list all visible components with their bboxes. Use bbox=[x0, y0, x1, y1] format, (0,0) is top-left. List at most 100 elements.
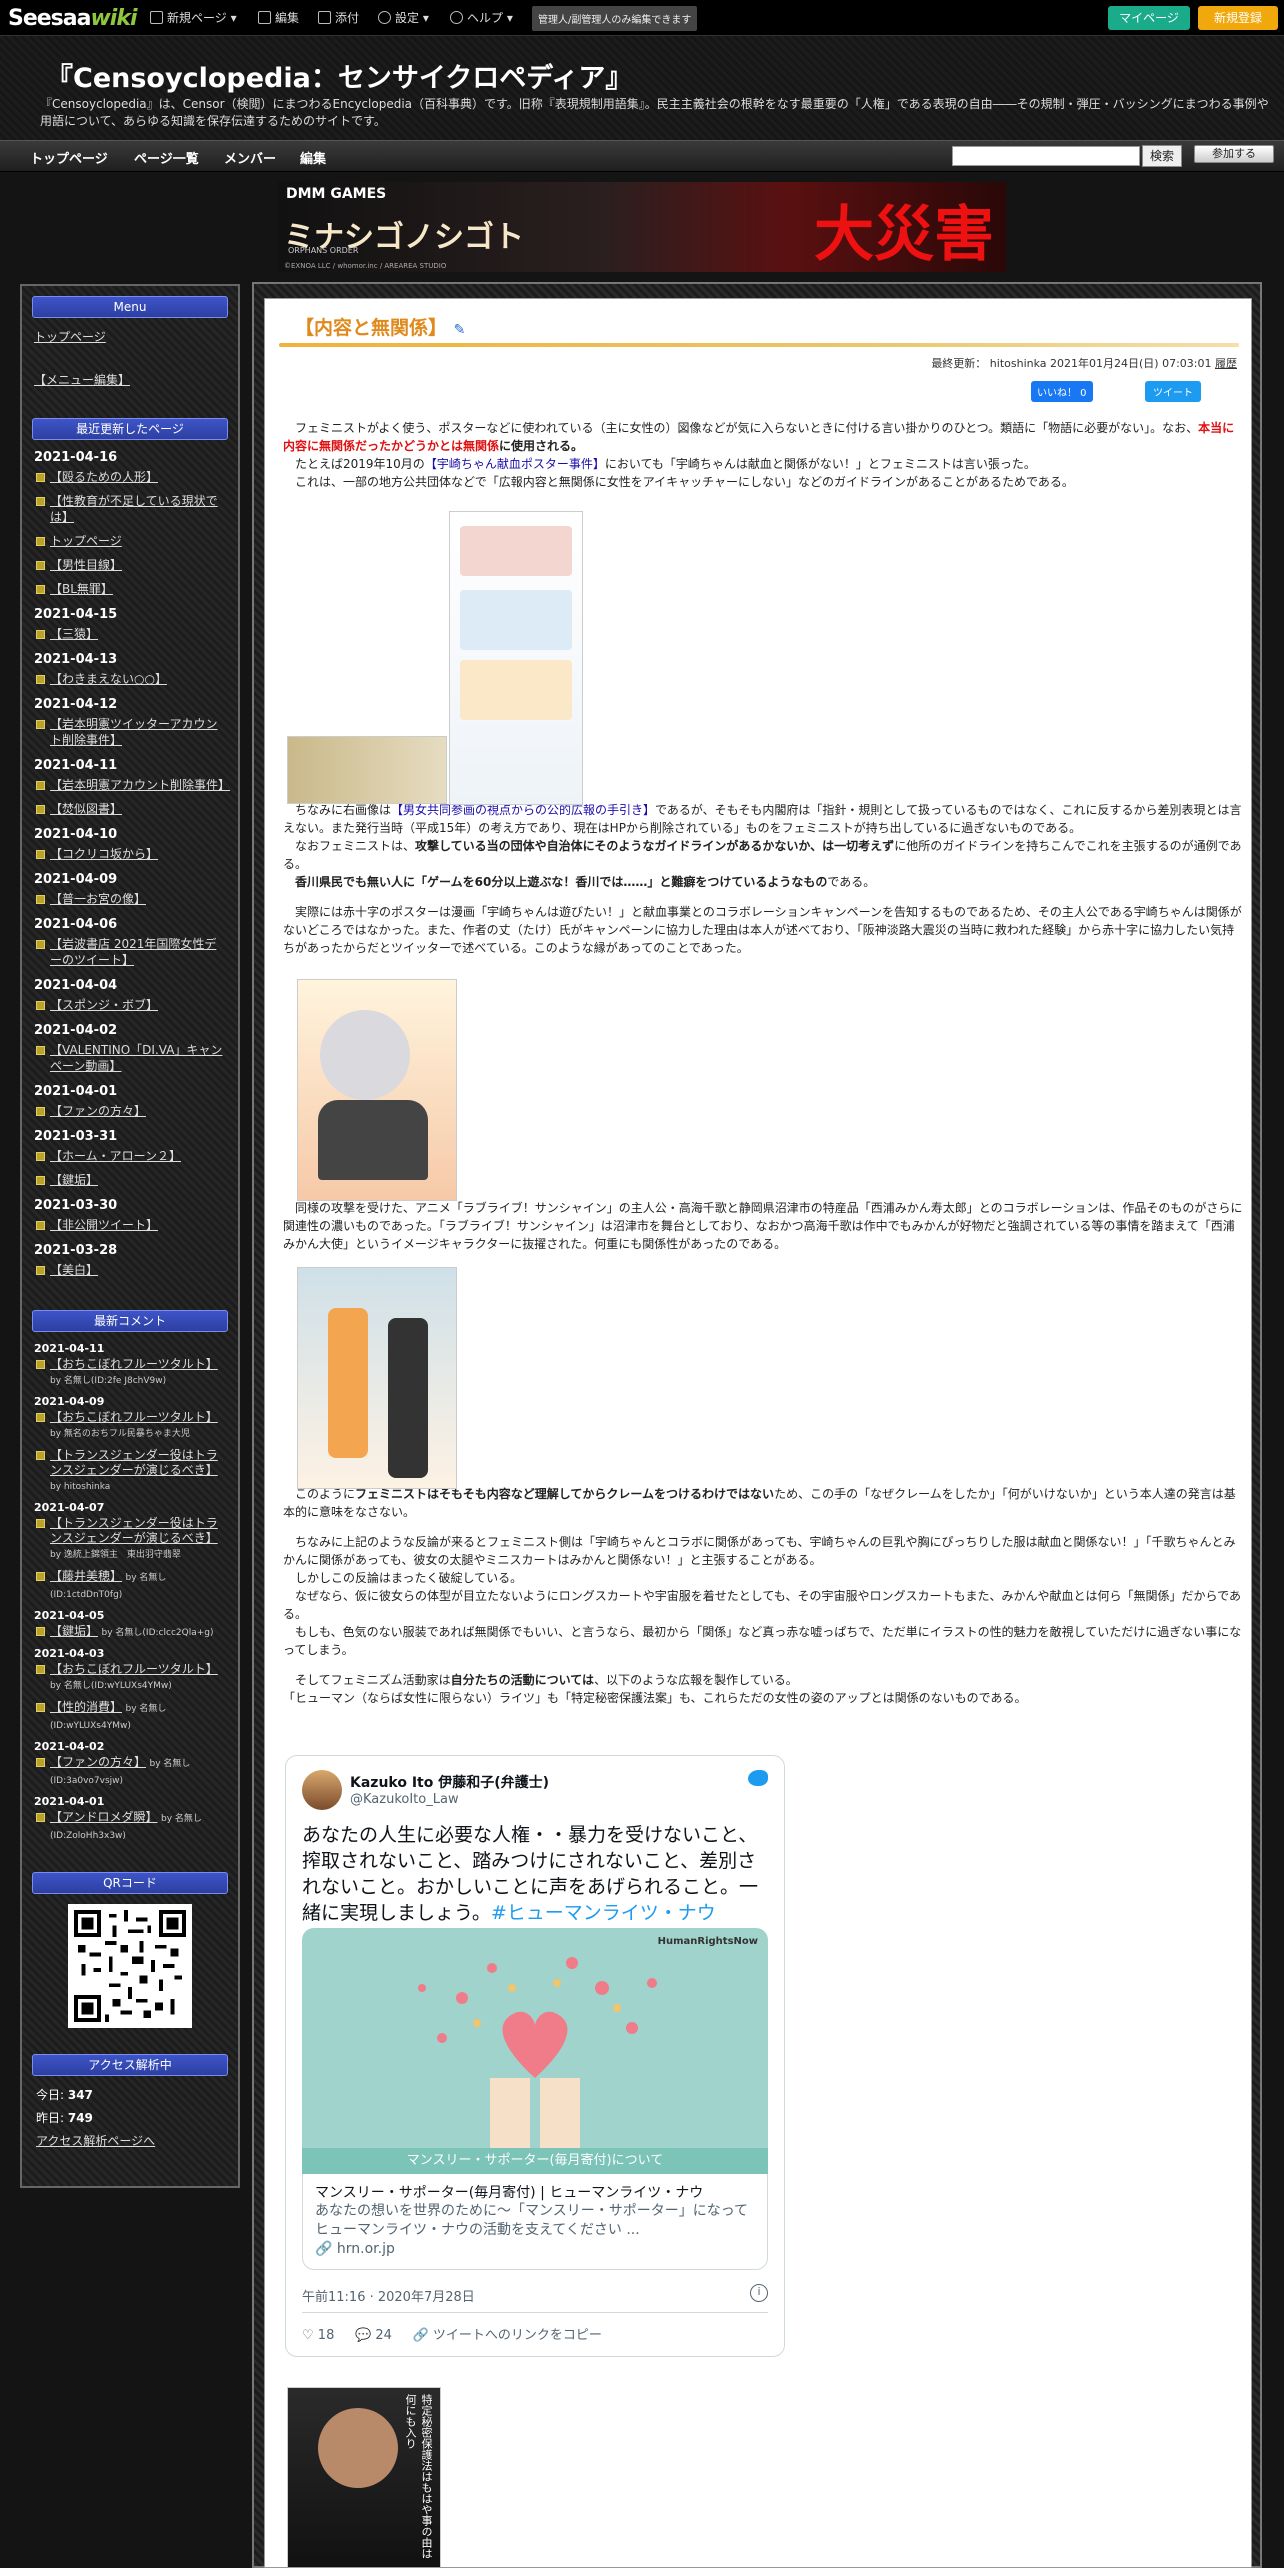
comment-page-link[interactable]: 【トランスジェンダー役はトランスジェンダーが演じるべき】 bbox=[50, 1516, 218, 1545]
register-button[interactable]: 新規登録 bbox=[1198, 6, 1278, 30]
recent-page-link[interactable]: 【岩波書店 2021年国際女性デーのツイート】 bbox=[34, 936, 226, 968]
text: 、以下のような広報を製作している。 bbox=[594, 1673, 798, 1687]
seesaa-wiki-logo[interactable]: Seesaawiki bbox=[8, 6, 138, 31]
recent-page-link[interactable]: 【コクリコ坂から】 bbox=[34, 846, 226, 862]
sidebar-link-menu-edit[interactable]: 【メニュー編集】 bbox=[34, 371, 226, 388]
info-icon[interactable]: i bbox=[750, 2284, 768, 2302]
recent-page-link[interactable]: 【性教育が不足している現状では】 bbox=[34, 493, 226, 525]
tweet-author-name[interactable]: Kazuko Ito 伊藤和子(弁護士) bbox=[350, 1772, 549, 1792]
ad-banner[interactable]: DMM GAMES ミナシゴノシゴト ORPHANS ORDER ©EXNOA … bbox=[278, 182, 1006, 272]
heart-icon[interactable]: ♡ bbox=[302, 2328, 314, 2343]
site-header: 『Censoyclopedia：センサイクロペディア』 『Censoyclope… bbox=[0, 36, 1284, 140]
site-title[interactable]: 『Censoyclopedia：センサイクロペディア』 bbox=[46, 56, 632, 95]
recent-date: 2021-04-12 bbox=[34, 697, 118, 712]
text: なおフェミニストは、 bbox=[295, 839, 416, 853]
recent-page-link[interactable]: 【VALENTINO「DI.VA」キャンペーン動画】 bbox=[34, 1042, 226, 1074]
paragraph: 同様の攻撃を受けた、アニメ「ラブライブ！サンシャイン」の主人公・高海千歌と静岡県… bbox=[283, 1201, 1243, 1251]
twitter-bird-icon[interactable] bbox=[748, 1770, 768, 1786]
nav-members[interactable]: メンバー bbox=[224, 148, 276, 167]
comment-page-link[interactable]: 【鍵垢】 bbox=[50, 1624, 98, 1638]
edit-menu[interactable]: 編集 bbox=[258, 9, 299, 26]
tweet-divider bbox=[302, 2312, 768, 2313]
tweet-button[interactable]: ツイート bbox=[1145, 381, 1201, 402]
search-input[interactable] bbox=[952, 146, 1140, 166]
comment-item: 【おちこぼれフルーツタルト】 by 名無し(ID:2fe J8chV9w) bbox=[34, 1357, 226, 1389]
comment-page-link[interactable]: 【おちこぼれフルーツタルト】 bbox=[50, 1662, 218, 1676]
help-label: ヘルプ bbox=[467, 11, 504, 25]
tweet-hashtag[interactable]: #ヒューマンライツ・ナウ bbox=[491, 1902, 716, 1924]
uzaki-poster-image[interactable] bbox=[297, 979, 457, 1201]
sidebar-link-top[interactable]: トップページ bbox=[34, 328, 226, 345]
recent-page-link[interactable]: 【殴るための人形】 bbox=[34, 469, 226, 485]
text: たとえば2019年10月の bbox=[295, 457, 425, 471]
ad-headline: 大災害 bbox=[814, 200, 994, 270]
facebook-like-button[interactable]: いいね！ 0 bbox=[1031, 381, 1093, 402]
paragraph: フェミニストがよく使う、ポスターなどに使われている（主に女性の）図像などが気に入… bbox=[283, 419, 1245, 455]
tweet-avatar[interactable] bbox=[302, 1770, 342, 1810]
comment-page-link[interactable]: 【アンドロメダ瞬】 bbox=[50, 1810, 158, 1824]
mypage-button[interactable]: マイページ bbox=[1108, 6, 1190, 30]
paragraph: なおフェミニストは、攻撃している当の団体や自治体にそのようなガイドラインがあるか… bbox=[283, 837, 1245, 873]
guideline-pamphlet-image[interactable] bbox=[449, 511, 583, 805]
settings-menu[interactable]: 設定 ▾ bbox=[378, 9, 429, 26]
text: に使用される。 bbox=[499, 439, 584, 453]
attach-menu[interactable]: 添付 bbox=[318, 9, 359, 26]
reply-icon[interactable]: 💬 bbox=[355, 2328, 371, 2343]
comment-page-link[interactable]: 【ファンの方々】 bbox=[50, 1755, 146, 1769]
nav-top-page[interactable]: トップページ bbox=[30, 148, 108, 167]
access-analytics-link[interactable]: アクセス解析ページへ bbox=[36, 2132, 224, 2149]
comment-page-link[interactable]: 【藤井美穂】 bbox=[50, 1569, 122, 1583]
new-page-icon bbox=[150, 11, 163, 24]
recent-page-link[interactable]: 【岩本明憲ツイッターアカウント削除事件】 bbox=[34, 716, 226, 748]
recent-page-link[interactable]: 【岩本明憲アカウント削除事件】 bbox=[34, 777, 230, 793]
comment-item: 【トランスジェンダー役はトランスジェンダーが演じるべき】 by 逸統上錦領主 東… bbox=[34, 1516, 226, 1563]
recent-page-link[interactable]: 【美白】 bbox=[34, 1262, 226, 1278]
link-icon[interactable]: 🔗 bbox=[413, 2328, 429, 2343]
new-page-menu[interactable]: 新規ページ ▾ bbox=[150, 9, 237, 26]
recent-page-link[interactable]: 【ホーム・アローン２】 bbox=[34, 1148, 226, 1164]
recent-page-link[interactable]: 【三猿】 bbox=[34, 626, 226, 642]
recent-page-link[interactable]: 【鍵垢】 bbox=[34, 1172, 226, 1188]
secrecy-law-poster-image[interactable]: 特定秘密保護法はもはや事の由は何にも入り bbox=[287, 2387, 441, 2567]
comment-item: 【おちこぼれフルーツタルト】 by 名無し(ID:wYLUXs4YMw) bbox=[34, 1662, 226, 1694]
recent-page-link[interactable]: トップページ bbox=[34, 533, 226, 549]
recent-page-link[interactable]: 【普一お宮の像】 bbox=[34, 891, 226, 907]
tweet-link-card[interactable]: マンスリー・サポーター(毎月寄付) | ヒューマンライツ・ナウ あなたの想いを世… bbox=[302, 2174, 768, 2270]
recent-page-link[interactable]: 【BL無罪】 bbox=[34, 581, 226, 597]
recent-date: 2021-03-30 bbox=[34, 1198, 118, 1213]
comment-page-link[interactable]: 【トランスジェンダー役はトランスジェンダーが演じるべき】 bbox=[50, 1448, 218, 1477]
text: である。 bbox=[827, 875, 876, 889]
help-menu[interactable]: ヘルプ ▾ bbox=[450, 9, 513, 26]
nav-edit[interactable]: 編集 bbox=[300, 148, 326, 167]
link-uzaki-poster[interactable]: 【宇崎ちゃん献血ポスター事件】 bbox=[425, 457, 605, 471]
comment-page-link[interactable]: 【おちこぼれフルーツタルト】 bbox=[50, 1357, 218, 1371]
paragraph: ちなみに上記のような反論が来るとフェミニスト側は「宇崎ちゃんとコラボに関係があっ… bbox=[283, 1535, 1236, 1567]
guideline-thumbnail-image[interactable] bbox=[287, 736, 447, 804]
access-yesterday-label: 昨日: bbox=[36, 2111, 68, 2125]
embedded-tweet[interactable]: Kazuko Ito 伊藤和子(弁護士) @KazukoIto_Law あなたの… bbox=[285, 1755, 785, 2357]
recent-page-link[interactable]: 【わきまえない○○】 bbox=[34, 671, 226, 687]
history-link[interactable]: 履歴 bbox=[1215, 357, 1237, 370]
link-public-pr-guide[interactable]: 【男女共同参画の視点からの公的広報の手引き】 bbox=[391, 803, 655, 817]
recent-page-link[interactable]: 【焚似図書】 bbox=[34, 801, 226, 817]
join-button[interactable]: 参加する bbox=[1194, 145, 1274, 163]
nav-page-list[interactable]: ページ一覧 bbox=[134, 148, 199, 167]
recent-date: 2021-04-15 bbox=[34, 607, 118, 622]
lovelive-mikan-image[interactable] bbox=[297, 1267, 457, 1489]
recent-page-link[interactable]: 【男性目線】 bbox=[34, 557, 226, 573]
comment-page-link[interactable]: 【おちこぼれフルーツタルト】 bbox=[50, 1410, 218, 1424]
new-page-label: 新規ページ bbox=[167, 11, 227, 25]
tweet-timestamp[interactable]: 午前11:16 · 2020年7月28日 bbox=[302, 2286, 475, 2305]
title-underline bbox=[279, 343, 1239, 347]
search-button[interactable]: 検索 bbox=[1142, 145, 1182, 167]
bold-text: 自分たちの活動については bbox=[450, 1673, 595, 1687]
tweet-link-image[interactable]: HumanRightsNow マンスリー・サポーター(毎月寄付)について bbox=[302, 1928, 768, 2174]
recent-page-link[interactable]: 【非公開ツイート】 bbox=[34, 1217, 226, 1233]
pencil-icon[interactable]: ✎ bbox=[454, 322, 466, 338]
tweet-author-handle[interactable]: @KazukoIto_Law bbox=[350, 1792, 459, 1807]
copy-link[interactable]: ツイートへのリンクをコピー bbox=[433, 2328, 602, 2343]
recent-page-link[interactable]: 【ファンの方々】 bbox=[34, 1103, 226, 1119]
comment-page-link[interactable]: 【性的消費】 bbox=[50, 1700, 122, 1714]
recent-date: 2021-04-13 bbox=[34, 652, 118, 667]
recent-page-link[interactable]: 【スポンジ・ボブ】 bbox=[34, 997, 226, 1013]
